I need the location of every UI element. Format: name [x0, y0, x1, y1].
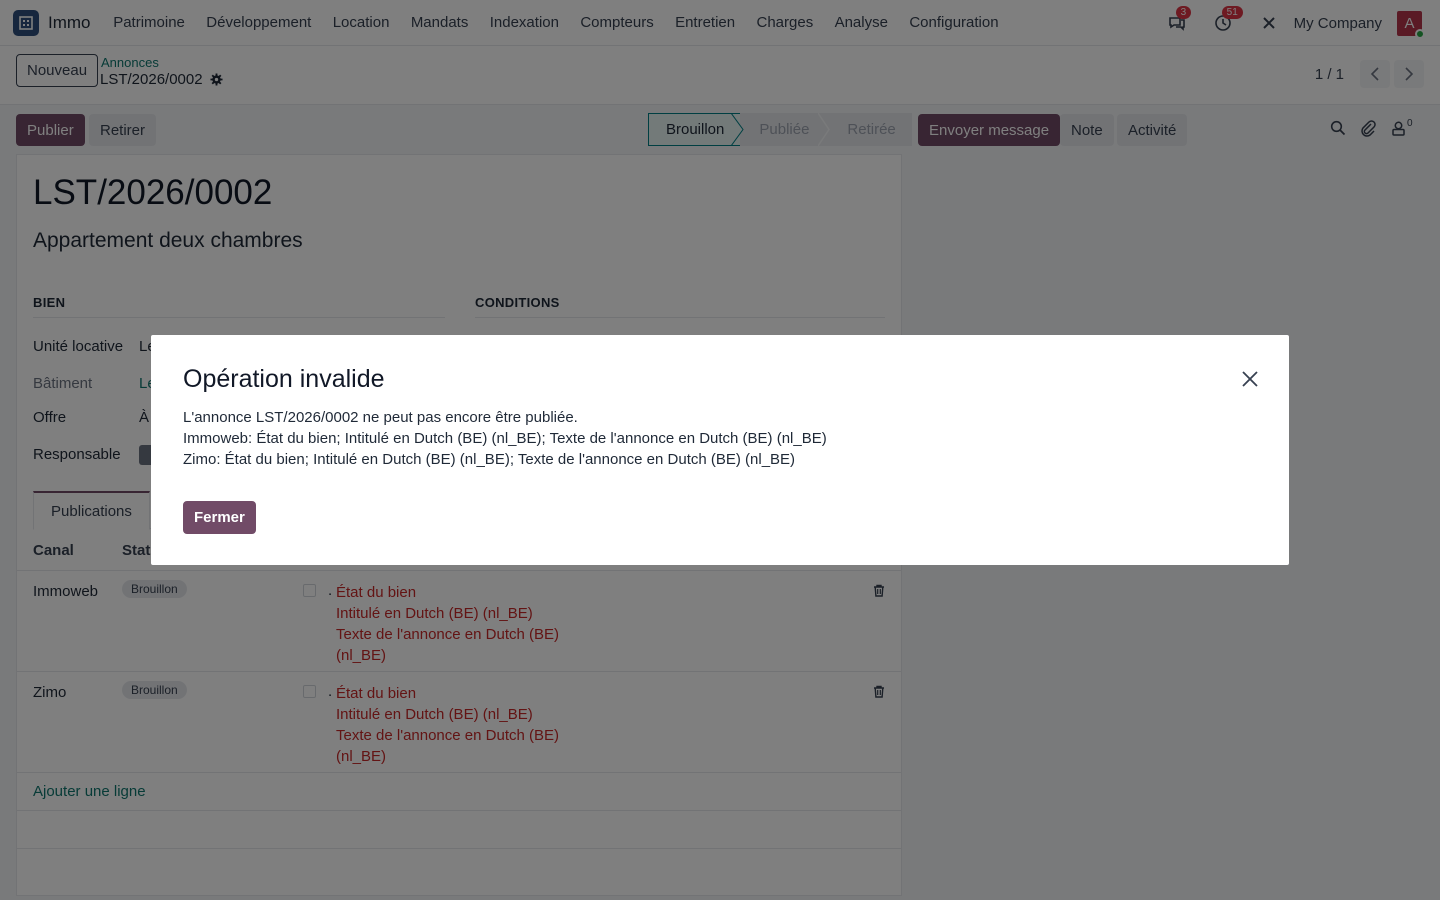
error-dialog: Opération invalide L'annonce LST/2026/00…: [151, 335, 1289, 565]
dialog-message-line: Immoweb: État du bien; Intitulé en Dutch…: [183, 430, 827, 447]
dialog-message-line: L'annonce LST/2026/0002 ne peut pas enco…: [183, 409, 578, 426]
close-icon[interactable]: [1239, 368, 1261, 390]
dialog-message-line: Zimo: État du bien; Intitulé en Dutch (B…: [183, 451, 796, 468]
dialog-title: Opération invalide: [183, 365, 385, 393]
dialog-message: L'annonce LST/2026/0002 ne peut pas enco…: [183, 407, 827, 470]
close-button[interactable]: Fermer: [183, 501, 256, 534]
